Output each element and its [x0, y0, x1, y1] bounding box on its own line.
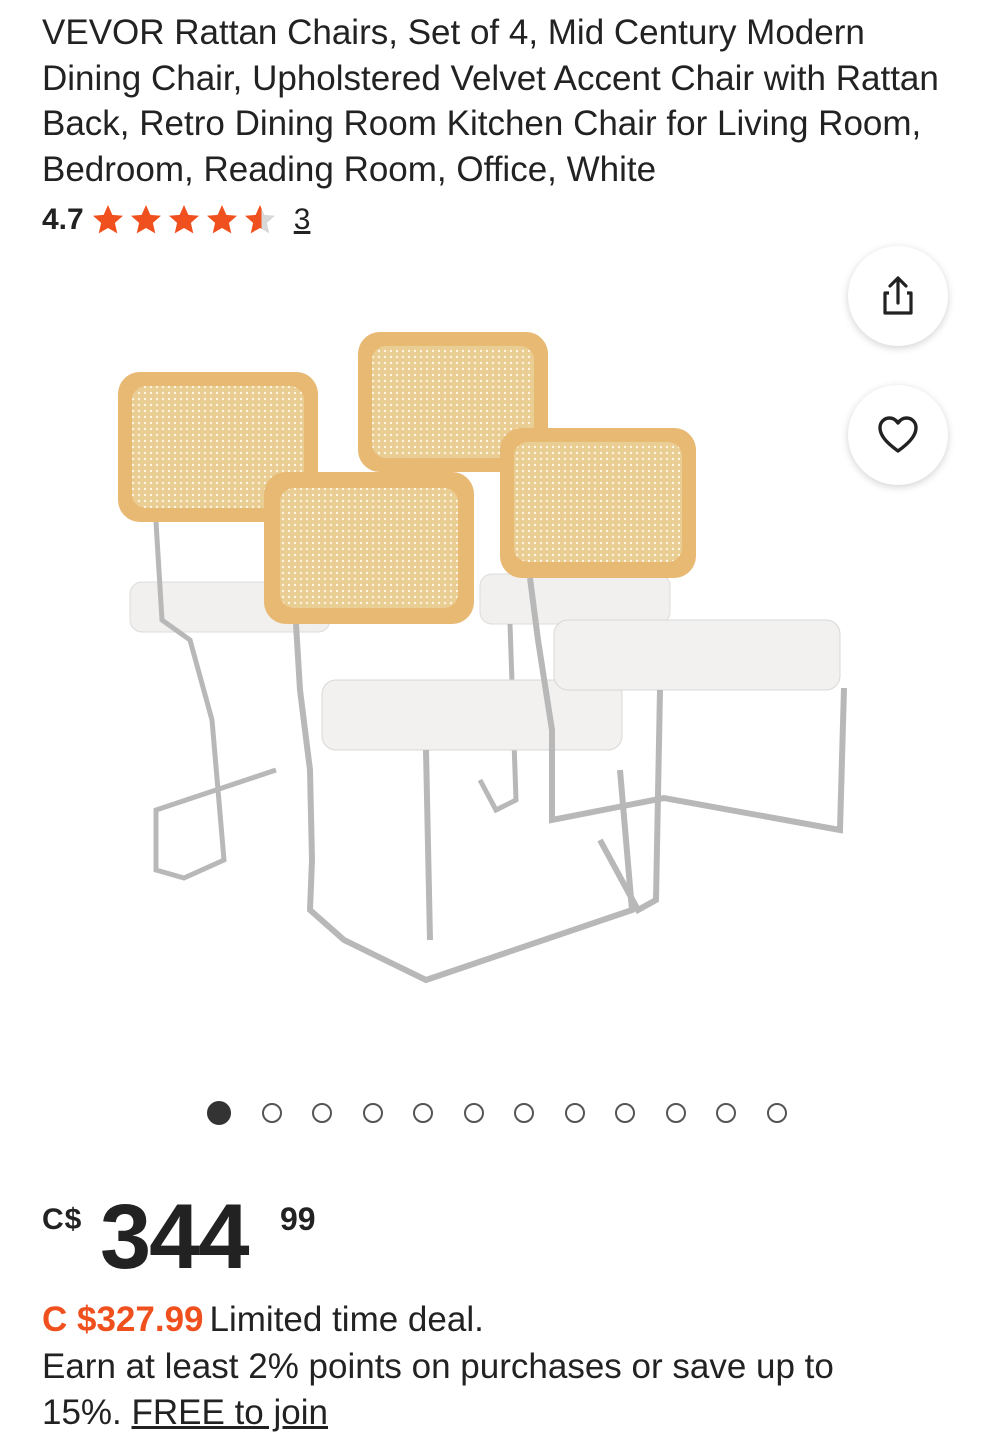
share-button[interactable]: [848, 246, 948, 346]
points-promo: Earn at least 2% points on purchases or …: [42, 1344, 922, 1436]
image-carousel-indicators: [207, 1100, 817, 1126]
review-count-link[interactable]: 3: [294, 203, 311, 237]
star-half-icon: [244, 205, 275, 234]
carousel-dot[interactable]: [615, 1103, 635, 1123]
price-currency: C$: [42, 1203, 83, 1236]
carousel-dot[interactable]: [514, 1103, 534, 1123]
carousel-dot[interactable]: [564, 1103, 585, 1123]
star-icon: [168, 205, 199, 234]
product-title: VEVOR Rattan Chairs, Set of 4, Mid Centu…: [42, 13, 939, 189]
carousel-dot[interactable]: [716, 1103, 736, 1123]
rating-value: 4.7: [42, 203, 84, 236]
star-icon: [92, 205, 123, 234]
star-rating: [90, 202, 280, 238]
carousel-dot[interactable]: [463, 1103, 484, 1123]
carousel-dot[interactable]: [766, 1103, 787, 1123]
free-to-join-link[interactable]: FREE to join: [132, 1393, 328, 1432]
heart-icon: [878, 416, 918, 453]
carousel-dot[interactable]: [413, 1103, 433, 1123]
price-main: 344: [100, 1186, 249, 1288]
carousel-dot[interactable]: [261, 1103, 282, 1123]
carousel-dot[interactable]: [665, 1103, 686, 1123]
star-icon: [206, 205, 237, 234]
star-icon: [130, 205, 161, 234]
carousel-dot[interactable]: [312, 1103, 332, 1123]
rating-row[interactable]: 4.7 3: [42, 198, 310, 242]
favorite-button[interactable]: [848, 385, 948, 485]
product-image[interactable]: [100, 300, 860, 1000]
deal-label: Limited time deal.: [209, 1300, 484, 1339]
chair-front-right: [500, 428, 847, 915]
carousel-dot[interactable]: [207, 1101, 231, 1125]
deal-row: C $327.99 Limited time deal.: [42, 1298, 484, 1342]
price-cents: 99: [280, 1201, 316, 1237]
share-icon: [883, 276, 913, 315]
deal-price: C $327.99: [42, 1300, 204, 1339]
carousel-dot[interactable]: [362, 1103, 383, 1123]
